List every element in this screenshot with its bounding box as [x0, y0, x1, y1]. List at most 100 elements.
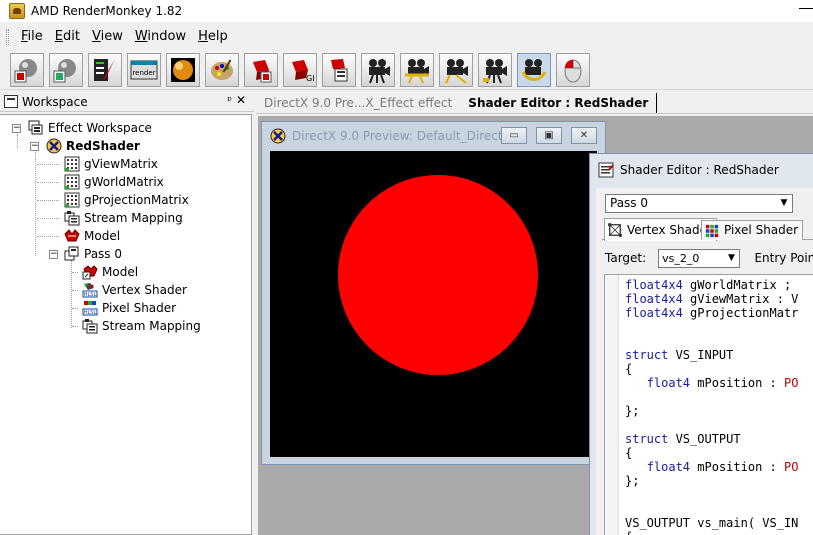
- menu-grip-icon[interactable]: [6, 29, 9, 45]
- tree-item-pass-0[interactable]: Pass 0: [64, 245, 122, 263]
- menu-help-rest: elp: [207, 29, 228, 44]
- add-stream-button[interactable]: [322, 52, 356, 87]
- tree-item-label: gWorldMatrix: [84, 175, 164, 189]
- mouse-button[interactable]: [556, 52, 590, 87]
- camera-tilt-icon: [445, 58, 468, 84]
- tree-item-pass-stream-mapping[interactable]: Stream Mapping: [82, 317, 201, 335]
- stream-mapping-icon: [64, 211, 80, 226]
- tree-collapse-toggle[interactable]: −: [49, 250, 58, 259]
- editor-title-bar[interactable]: Shader Editor : RedShader: [590, 154, 813, 186]
- sphere-orange-icon: [171, 57, 195, 82]
- add-directx-effect-button[interactable]: [10, 52, 44, 87]
- tree-item-effect-workspace[interactable]: Effect Workspace: [28, 119, 152, 137]
- tree-item-redshader[interactable]: RedShader: [46, 137, 140, 155]
- menu-bar: File Edit View Window Help: [0, 26, 813, 48]
- render-viewport[interactable]: [270, 151, 597, 457]
- code-token: PO: [783, 460, 799, 474]
- menu-window[interactable]: Window: [129, 26, 192, 48]
- tree-item-vertex-shader[interactable]: HLSL Vertex Shader: [82, 281, 187, 299]
- menu-file-rest: ile: [27, 29, 43, 44]
- art-palette-button[interactable]: [205, 52, 239, 87]
- code-token: mPosition :: [690, 376, 784, 390]
- target-select[interactable]: vs_2_0 ▼: [658, 248, 741, 268]
- code-text[interactable]: float4x4 gWorldMatrix ; float4x4 gViewMat…: [625, 278, 798, 535]
- add-gl-model-button[interactable]: GL: [283, 52, 317, 87]
- tree-collapse-toggle[interactable]: −: [30, 142, 39, 151]
- menu-help[interactable]: Help: [192, 26, 234, 48]
- chevron-down-icon: ▼: [780, 198, 788, 208]
- workspace-panel-icon: [4, 95, 18, 108]
- code-editor[interactable]: float4x4 gWorldMatrix ; float4x4 gViewMat…: [604, 274, 813, 535]
- menu-file[interactable]: File: [15, 26, 49, 48]
- camera-5-button[interactable]: [517, 52, 551, 87]
- render-output: [338, 175, 538, 375]
- tree-line: [71, 260, 72, 328]
- matrix-icon: [64, 174, 80, 190]
- tab-shader-editor[interactable]: Shader Editor : RedShader: [460, 93, 658, 113]
- app-logo-icon: [9, 3, 25, 19]
- tree-item-pixel-shader[interactable]: HLSL Pixel Shader: [82, 299, 176, 317]
- matrix-icon: [64, 192, 80, 208]
- tab-directx-preview[interactable]: DirectX 9.0 Pre...X_Effect effect: [256, 93, 460, 113]
- tree-item-gprojectionmatrix[interactable]: gProjectionMatrix: [64, 191, 189, 209]
- svg-text:GL: GL: [306, 74, 314, 83]
- camera-4-button[interactable]: [478, 52, 512, 87]
- entry-point-label: Entry Point: [754, 251, 813, 265]
- tree-line: [37, 236, 59, 237]
- tab-vertex-shader[interactable]: Vertex Shader: [604, 218, 717, 241]
- workspace-close-icon[interactable]: ✕: [236, 93, 246, 107]
- code-line: float4 mPosition : PO: [625, 460, 799, 474]
- code-line: {: [625, 362, 798, 376]
- tree-item-stream-mapping[interactable]: Stream Mapping: [64, 209, 183, 227]
- tree-collapse-toggle[interactable]: −: [12, 124, 21, 133]
- menu-view-rest: iew: [100, 29, 123, 44]
- pass-select[interactable]: Pass 0 ▼: [605, 194, 793, 213]
- preview-sphere-button[interactable]: [166, 52, 200, 87]
- render-label: render: [132, 69, 155, 77]
- add-opengl-effect-button[interactable]: [49, 52, 83, 87]
- preview-maximize-button[interactable]: ▣: [536, 127, 562, 144]
- code-line: float4x4 gProjectionMatr: [625, 306, 798, 320]
- code-token: VS_INPUT: [668, 348, 734, 362]
- tree-item-model[interactable]: Model: [64, 227, 120, 245]
- preview-minimize-button[interactable]: ▭: [501, 127, 527, 144]
- tree-line: [72, 290, 78, 291]
- add-model-button[interactable]: [244, 52, 278, 87]
- pass-select-value: Pass 0: [610, 196, 649, 210]
- code-token: struct: [625, 432, 669, 446]
- camera-1-button[interactable]: [361, 52, 395, 87]
- vertex-shader-icon: [608, 223, 622, 237]
- menu-view-mnemonic: V: [91, 29, 101, 44]
- preview-window[interactable]: DirectX 9.0 Preview: Default_DirectX... …: [261, 121, 606, 465]
- tree-item-gviewmatrix[interactable]: gViewMatrix: [64, 155, 158, 173]
- code-line: struct VS_INPUT: [625, 348, 798, 362]
- main-toolbar: render GL: [0, 50, 813, 90]
- tree-line: [37, 164, 59, 165]
- minimize-icon[interactable]: [799, 8, 813, 9]
- code-token: };: [625, 404, 640, 418]
- tree-item-pass-model[interactable]: Model: [82, 263, 138, 281]
- editor-window-icon: [598, 162, 614, 178]
- code-token: PO: [783, 376, 799, 390]
- render-icon: render: [130, 60, 158, 79]
- tab-pixel-shader[interactable]: Pixel Shader: [701, 220, 804, 240]
- pixel-shader-icon: [705, 224, 719, 237]
- target-select-value: vs_2_0: [662, 251, 700, 265]
- tree-item-gworldmatrix[interactable]: gWorldMatrix: [64, 173, 164, 191]
- code-line: };: [625, 474, 798, 488]
- shader-editor-window[interactable]: Shader Editor : RedShader Pass 0 ▼ Verte…: [589, 153, 813, 535]
- menu-view[interactable]: View: [86, 26, 129, 48]
- workspace-tree: − − − Effect Workspace RedShader gViewMa…: [0, 114, 252, 535]
- stream-icon: [331, 58, 348, 81]
- camera-2-button[interactable]: [400, 52, 434, 87]
- tree-item-label: gProjectionMatrix: [84, 193, 189, 207]
- preview-close-button[interactable]: ✕: [571, 127, 597, 144]
- title-bar: AMD RenderMonkey 1.82: [0, 0, 813, 22]
- camera-3-button[interactable]: [439, 52, 473, 87]
- pin-icon[interactable]: ᵖ: [227, 94, 232, 107]
- menu-edit[interactable]: Edit: [49, 26, 86, 48]
- renderMonkey-app: AMD RenderMonkey 1.82 File Edit View Win…: [0, 0, 813, 535]
- script-editor-button[interactable]: [88, 52, 122, 87]
- render-button[interactable]: render: [127, 52, 161, 87]
